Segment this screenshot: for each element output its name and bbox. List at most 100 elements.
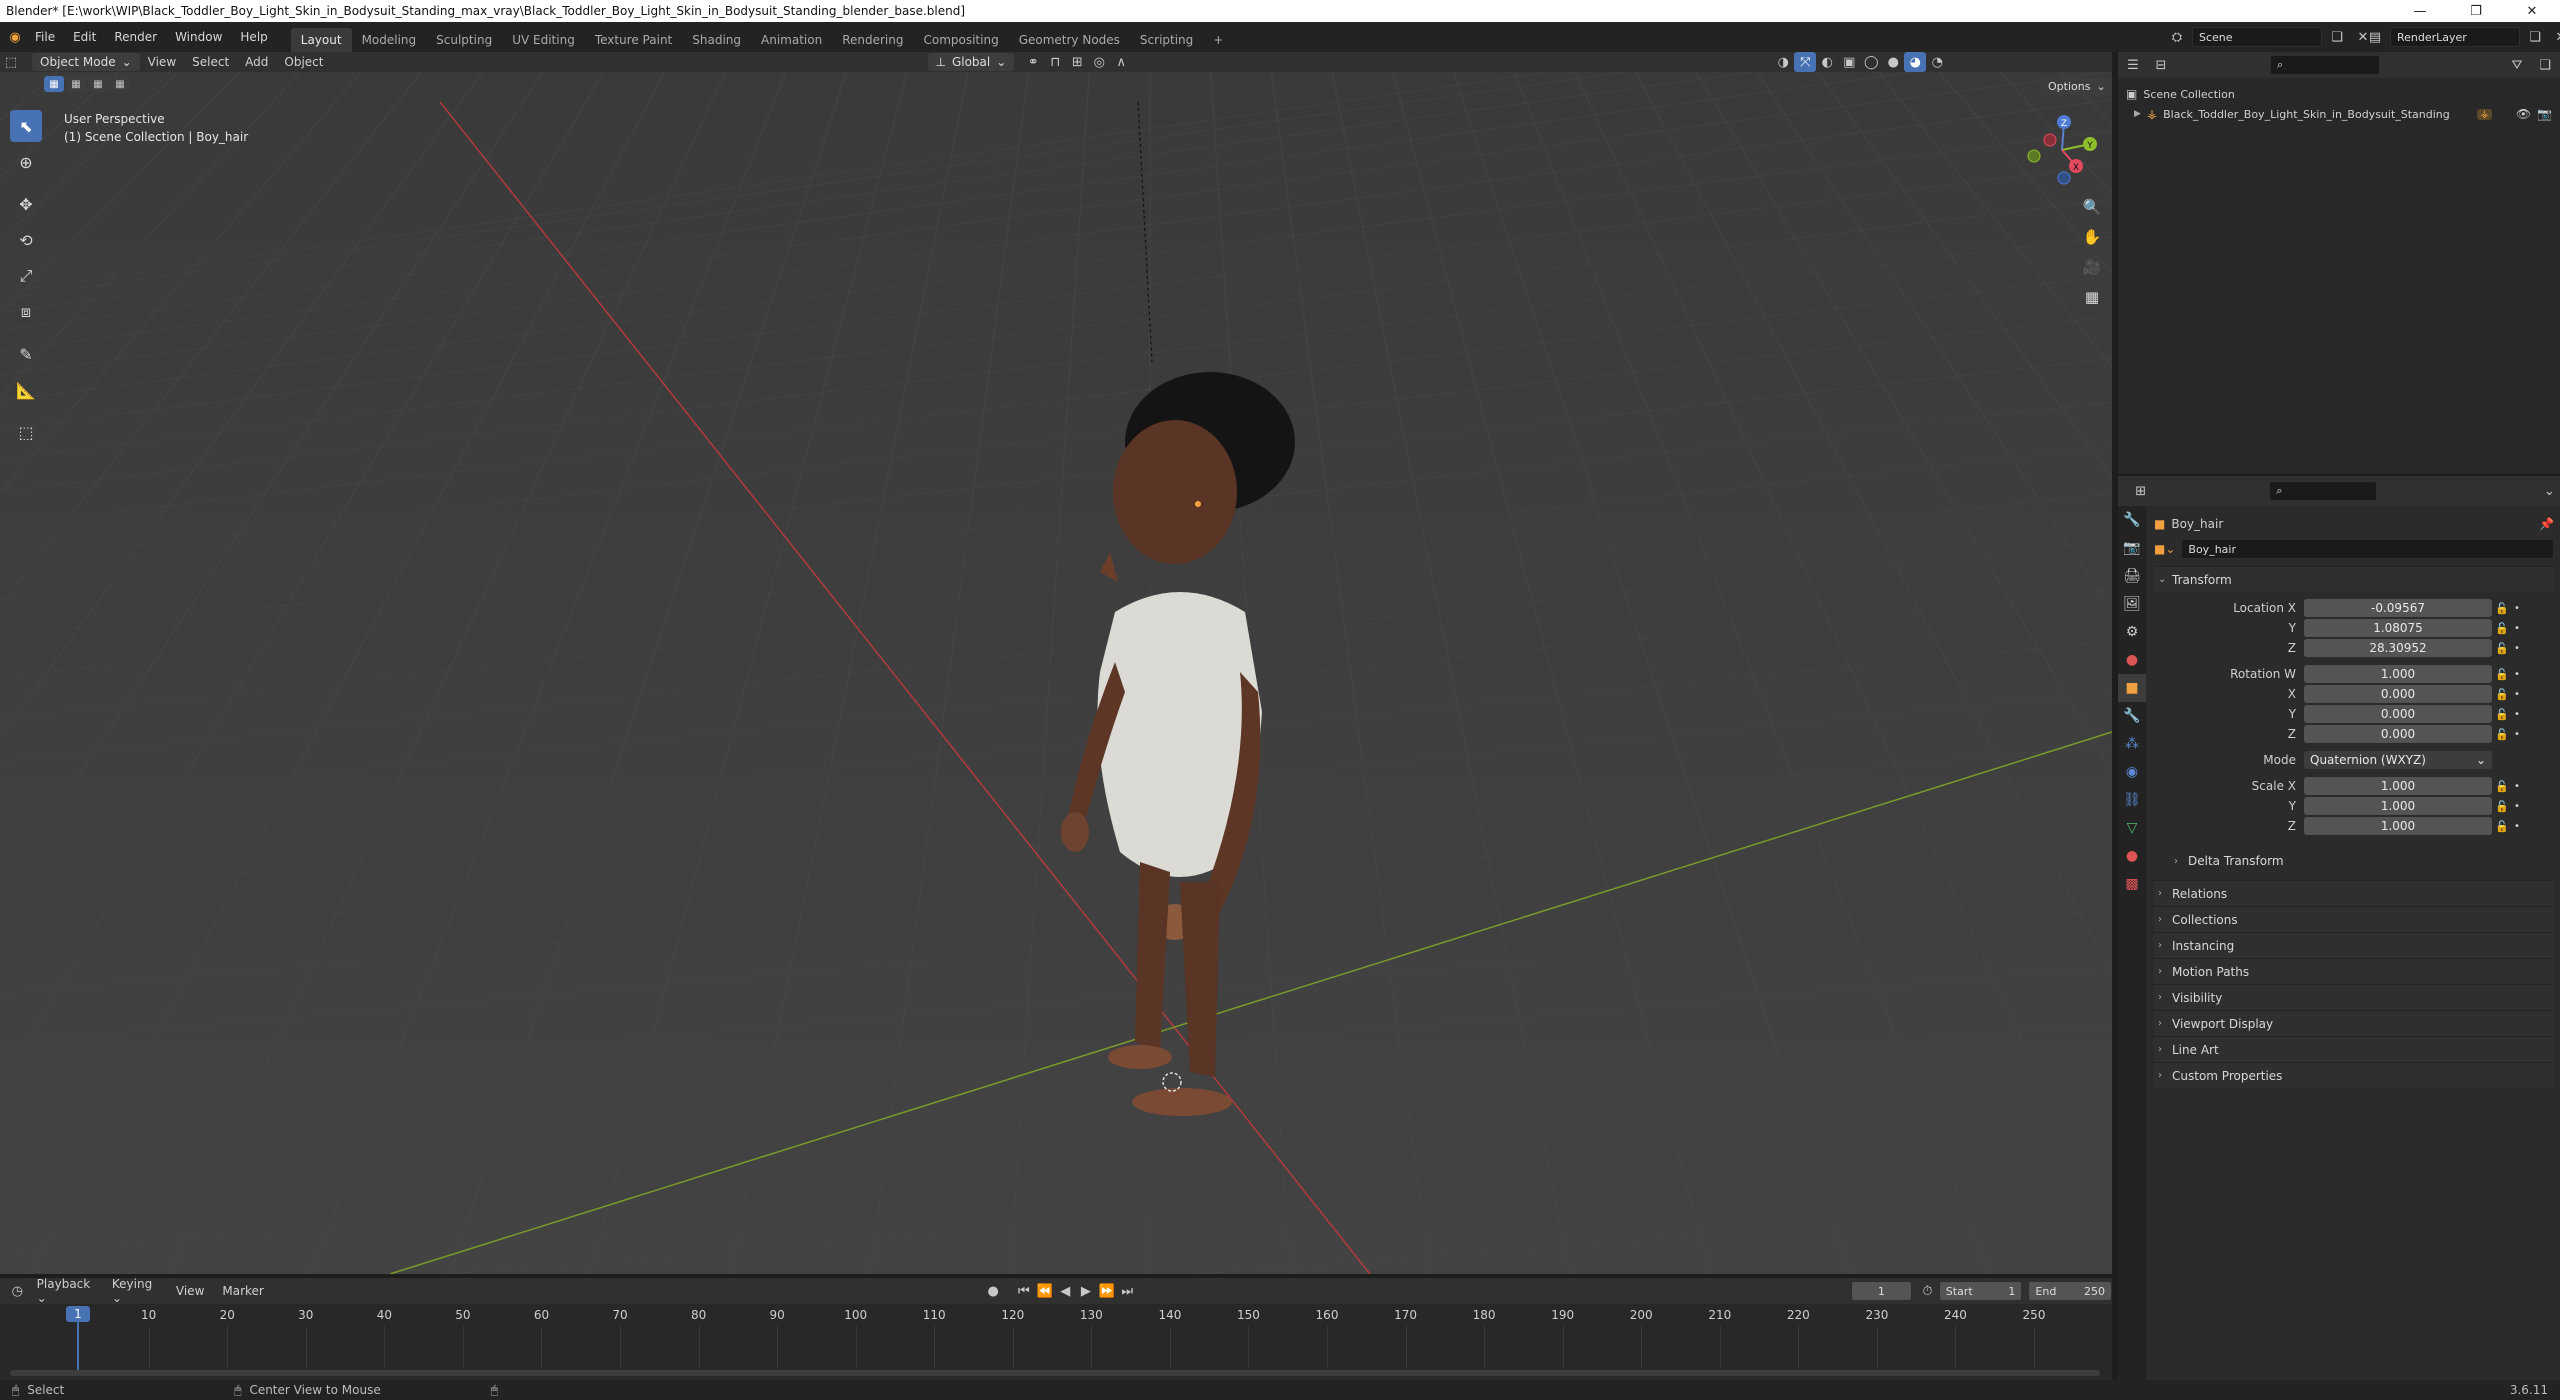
texture-tab-icon[interactable]: ▩ xyxy=(2118,870,2146,898)
tab-rendering[interactable]: Rendering xyxy=(832,28,913,52)
keyframe-dot-icon[interactable]: • xyxy=(2512,801,2522,812)
pivot-icon[interactable]: ⚭ xyxy=(1022,52,1044,72)
tab-shading[interactable]: Shading xyxy=(682,28,751,52)
renderlayer-field[interactable]: RenderLayer xyxy=(2390,27,2520,47)
keyframe-dot-icon[interactable]: • xyxy=(2512,709,2522,720)
location-z-field[interactable]: 28.30952 xyxy=(2304,639,2492,657)
lock-icon[interactable]: 🔓 xyxy=(2492,780,2512,793)
navigation-gizmo[interactable]: Z Y X xyxy=(2020,110,2100,200)
lock-icon[interactable]: 🔓 xyxy=(2492,642,2512,655)
scene-icon[interactable]: ⛭ xyxy=(2166,27,2188,47)
menu-file[interactable]: File xyxy=(26,30,64,44)
select-box-tool[interactable]: ⬉ xyxy=(10,110,42,142)
view-layer-tab-icon[interactable]: 🖼 xyxy=(2118,590,2146,618)
falloff-icon[interactable]: ∧ xyxy=(1110,52,1132,72)
new-scene-icon[interactable]: ❏ xyxy=(2326,27,2348,47)
tool-tab-icon[interactable]: 🔧 xyxy=(2118,506,2146,534)
add-cube-tool[interactable]: ⬚ xyxy=(10,416,42,448)
keyframe-dot-icon[interactable]: • xyxy=(2512,623,2522,634)
delta-transform-header[interactable]: › Delta Transform xyxy=(2154,848,2554,874)
viewport-menu-view[interactable]: View xyxy=(140,53,184,71)
lock-icon[interactable]: 🔓 xyxy=(2492,820,2512,833)
panel-relations[interactable]: › Relations xyxy=(2154,880,2554,906)
lock-icon[interactable]: 🔓 xyxy=(2492,602,2512,615)
gizmo-toggle-icon[interactable]: ⤧ xyxy=(1794,52,1817,72)
particles-tab-icon[interactable]: ⁂ xyxy=(2118,730,2146,758)
panel-custom-properties[interactable]: › Custom Properties xyxy=(2154,1062,2554,1088)
minimize-button[interactable]: — xyxy=(2392,4,2448,19)
menu-window[interactable]: Window xyxy=(166,30,231,44)
solid-shading-icon[interactable]: ● xyxy=(1882,52,1904,72)
tab-sculpting[interactable]: Sculpting xyxy=(426,28,502,52)
mode-dropdown[interactable]: Object Mode ⌄ xyxy=(32,53,140,71)
options-dropdown[interactable]: Options ⌄ xyxy=(2040,78,2112,95)
playhead-frame-badge[interactable]: 1 xyxy=(66,1306,90,1322)
xray-icon[interactable]: ▣ xyxy=(1838,52,1860,72)
snap-icon[interactable]: ⊓ xyxy=(1044,52,1066,72)
transform-panel-header[interactable]: ⌄ Transform xyxy=(2154,566,2554,592)
panel-line-art[interactable]: › Line Art xyxy=(2154,1036,2554,1062)
orientation-dropdown[interactable]: ⊥ Global ⌄ xyxy=(927,53,1015,71)
keyframe-dot-icon[interactable]: • xyxy=(2512,781,2522,792)
viewport-menu-add[interactable]: Add xyxy=(237,53,276,71)
renderlayer-icon[interactable]: ▤ xyxy=(2364,27,2386,47)
outliner-editor-type-icon[interactable]: ☰ xyxy=(2122,55,2144,75)
viewport-menu-select[interactable]: Select xyxy=(184,53,237,71)
render-tab-icon[interactable]: 📷 xyxy=(2118,534,2146,562)
object-tab-icon[interactable]: ■ xyxy=(2118,674,2146,702)
viewport-menu-object[interactable]: Object xyxy=(276,53,331,71)
tab-layout[interactable]: Layout xyxy=(290,28,352,52)
overlay-toggle-icon[interactable]: ◐ xyxy=(1816,52,1838,72)
add-workspace-button[interactable]: + xyxy=(1203,28,1233,52)
lock-icon[interactable]: 🔓 xyxy=(2492,708,2512,721)
select-extend-icon[interactable]: ▦ xyxy=(66,76,86,92)
rotation-w-field[interactable]: 1.000 xyxy=(2304,665,2492,683)
new-renderlayer-icon[interactable]: ❏ xyxy=(2524,27,2546,47)
rotation-mode-dropdown[interactable]: Quaternion (WXYZ) ⌄ xyxy=(2304,751,2492,769)
object-selector-icon[interactable]: ■⌄ xyxy=(2154,542,2175,556)
delete-renderlayer-icon[interactable]: ✕ xyxy=(2550,27,2560,47)
location-x-field[interactable]: -0.09567 xyxy=(2304,599,2492,617)
constraints-tab-icon[interactable]: ⛓ xyxy=(2118,786,2146,814)
properties-editor-type-icon[interactable]: ⊞ xyxy=(2130,481,2151,501)
panel-motion-paths[interactable]: › Motion Paths xyxy=(2154,958,2554,984)
lock-icon[interactable]: 🔓 xyxy=(2492,688,2512,701)
world-tab-icon[interactable]: ● xyxy=(2118,646,2146,674)
menu-render[interactable]: Render xyxy=(105,30,166,44)
object-name-field[interactable]: Boy_hair xyxy=(2181,539,2554,559)
cursor-tool[interactable]: ⊕ xyxy=(10,146,42,178)
pan-hand-icon[interactable]: ✋ xyxy=(2077,222,2107,252)
tab-compositing[interactable]: Compositing xyxy=(913,28,1008,52)
keyframe-dot-icon[interactable]: • xyxy=(2512,689,2522,700)
panel-instancing[interactable]: › Instancing xyxy=(2154,932,2554,958)
annotate-tool[interactable]: ✎ xyxy=(10,338,42,370)
scale-tool[interactable]: ⤢ xyxy=(10,260,42,292)
select-subtract-icon[interactable]: ▦ xyxy=(88,76,108,92)
tab-texture-paint[interactable]: Texture Paint xyxy=(585,28,682,52)
scene-field[interactable]: Scene xyxy=(2192,27,2322,47)
measure-tool[interactable]: 📐 xyxy=(10,374,42,406)
expand-arrow-icon[interactable]: ▶ xyxy=(2134,109,2141,119)
blender-logo-icon[interactable]: ◉ xyxy=(4,27,26,47)
tab-scripting[interactable]: Scripting xyxy=(1130,28,1203,52)
output-tab-icon[interactable]: 🖨 xyxy=(2118,562,2146,590)
tab-modeling[interactable]: Modeling xyxy=(352,28,427,52)
visibility-icon[interactable]: ◑ xyxy=(1772,52,1794,72)
material-shading-icon[interactable]: ◕ xyxy=(1904,52,1927,72)
lock-icon[interactable]: 🔓 xyxy=(2492,622,2512,635)
outliner-root-row[interactable]: ▣ Scene Collection xyxy=(2126,84,2552,104)
outliner-search-input[interactable]: ⌕ xyxy=(2270,55,2380,75)
camera-icon[interactable]: 🎥 xyxy=(2077,252,2107,282)
scale-x-field[interactable]: 1.000 xyxy=(2304,777,2492,795)
keyframe-dot-icon[interactable]: • xyxy=(2512,821,2522,832)
rotation-z-field[interactable]: 0.000 xyxy=(2304,725,2492,743)
rendered-shading-icon[interactable]: ◔ xyxy=(1926,52,1948,72)
display-mode-icon[interactable]: ⊟ xyxy=(2150,55,2172,75)
keyframe-dot-icon[interactable]: • xyxy=(2512,643,2522,654)
lock-icon[interactable]: 🔓 xyxy=(2492,728,2512,741)
keyframe-dot-icon[interactable]: • xyxy=(2512,603,2522,614)
material-tab-icon[interactable]: ● xyxy=(2118,842,2146,870)
move-tool[interactable]: ✥ xyxy=(10,188,42,220)
modifier-tab-icon[interactable]: 🔧 xyxy=(2118,702,2146,730)
menu-help[interactable]: Help xyxy=(231,30,276,44)
